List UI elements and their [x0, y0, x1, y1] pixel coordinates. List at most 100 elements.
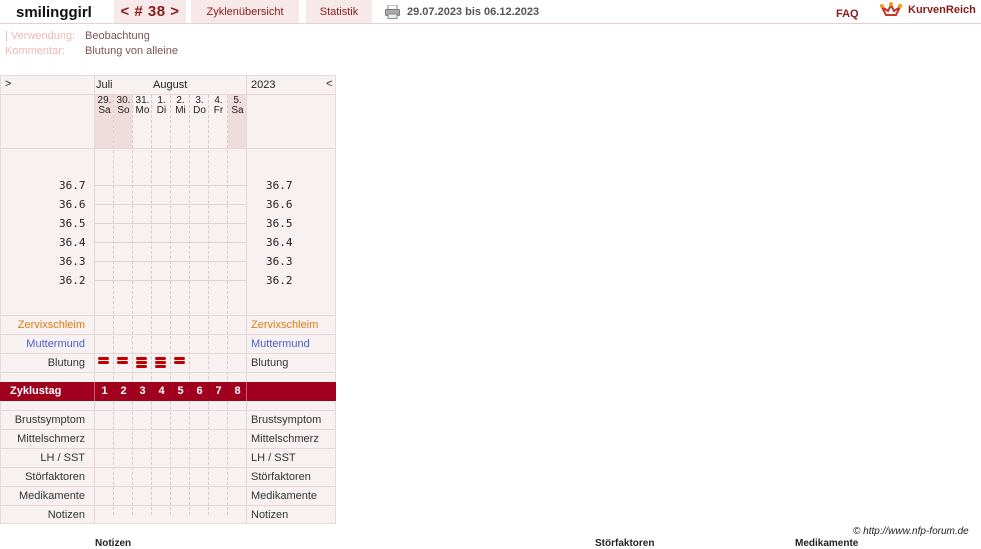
day-header[interactable]: 31. Mo — [133, 96, 152, 116]
row-divider — [0, 429, 336, 430]
temp-label-right: 36.5 — [266, 217, 293, 230]
row-divider — [0, 467, 336, 468]
cycle-day[interactable]: 7 — [209, 382, 228, 401]
bleeding-mark — [98, 361, 109, 364]
row-label-medication: Medikamente — [251, 490, 318, 502]
faq-link[interactable]: FAQ — [836, 8, 859, 20]
weekday: Fr — [213, 105, 224, 116]
weekday: Mi — [175, 105, 186, 116]
temp-label-right: 36.6 — [266, 198, 293, 211]
day-divider — [170, 95, 171, 515]
usage-label: | Verwendung: — [5, 30, 76, 42]
temp-gridline — [94, 185, 247, 186]
row-divider — [0, 148, 336, 149]
printer-icon[interactable] — [385, 5, 400, 19]
column-divider — [246, 75, 247, 524]
temp-label-left: 36.3 — [59, 255, 86, 268]
day-header[interactable]: 1. Di — [152, 96, 171, 116]
cycle-day[interactable]: 6 — [190, 382, 209, 401]
temp-gridline — [94, 223, 247, 224]
row-divider — [0, 334, 336, 335]
cycle-day-label: Zyklustag — [10, 385, 62, 397]
cycle-day[interactable]: 5 — [171, 382, 190, 401]
row-divider — [0, 353, 336, 354]
month-label: Juli — [96, 79, 113, 91]
row-label-cervical-mucus: Zervixschleim — [17, 319, 85, 331]
row-label-bleeding: Blutung — [47, 357, 85, 369]
weekday: So — [117, 105, 130, 116]
bleeding-mark — [136, 365, 147, 368]
copyright[interactable]: © http://www.nfp-forum.de — [853, 526, 969, 537]
row-divider — [0, 372, 336, 373]
month-label: August — [153, 79, 188, 91]
day-header[interactable]: 2. Mi — [171, 96, 190, 116]
row-label-notes: Notizen — [251, 509, 289, 521]
row-divider — [0, 505, 336, 506]
crown-logo-icon[interactable] — [880, 1, 902, 19]
row-divider — [0, 486, 336, 487]
tab-statistics[interactable]: Statistik — [306, 0, 372, 23]
day-header[interactable]: 30. So — [114, 96, 133, 116]
cycle-day[interactable]: 8 — [228, 382, 247, 401]
row-label-mittelschmerz: Mittelschmerz — [17, 433, 85, 445]
row-divider — [0, 94, 336, 95]
date-range: 29.07.2023 bis 06.12.2023 — [407, 6, 540, 18]
chart-next-arrow[interactable]: < — [326, 78, 332, 90]
bleeding-mark — [155, 357, 166, 360]
day-divider — [208, 95, 209, 515]
temp-gridline — [94, 204, 247, 205]
column-divider — [94, 75, 95, 524]
bleeding-mark — [174, 357, 185, 360]
chart-prev-arrow[interactable]: > — [5, 78, 11, 90]
usage-value: Beobachtung — [85, 30, 150, 42]
weekday: Sa — [231, 105, 244, 116]
row-divider — [0, 410, 336, 411]
username: smilinggirl — [16, 4, 92, 21]
bleeding-mark — [174, 361, 185, 364]
year-label: 2023 — [251, 79, 276, 91]
day-divider — [227, 95, 228, 515]
row-divider — [0, 448, 336, 449]
temp-label-right: 36.2 — [266, 274, 293, 287]
row-label-cervix: Muttermund — [26, 338, 85, 350]
day-divider — [113, 95, 114, 515]
row-label-mittelschmerz: Mittelschmerz — [251, 433, 319, 445]
day-header[interactable]: 5. Sa — [228, 96, 247, 116]
row-label-notes: Notizen — [47, 509, 85, 521]
usage-row: | Verwendung: Beobachtung — [5, 30, 150, 42]
day-divider — [151, 95, 152, 515]
temp-gridline — [94, 280, 247, 281]
bleeding-mark — [155, 365, 166, 368]
bleeding-mark — [136, 361, 147, 364]
row-label-disturbances: Störfaktoren — [251, 471, 311, 483]
bleeding-mark — [117, 361, 128, 364]
bleeding-mark — [136, 357, 147, 360]
row-label-medication: Medikamente — [18, 490, 85, 502]
bleeding-mark — [155, 361, 166, 364]
cycle-day[interactable]: 3 — [133, 382, 152, 401]
cycle-day[interactable]: 1 — [95, 382, 114, 401]
temp-label-left: 36.6 — [59, 198, 86, 211]
row-label-lh-test: LH / SST — [251, 452, 296, 464]
temp-gridline — [94, 242, 247, 243]
row-label-cervix: Muttermund — [251, 338, 310, 350]
temp-label-left: 36.2 — [59, 274, 86, 287]
comment-row: Kommentar: Blutung von alleine — [5, 45, 178, 57]
cycle-navigation[interactable]: < # 38 > — [114, 0, 186, 23]
temp-label-right: 36.3 — [266, 255, 293, 268]
bleeding-mark — [98, 357, 109, 360]
temp-label-right: 36.7 — [266, 179, 293, 192]
cycle-day[interactable]: 4 — [152, 382, 171, 401]
comment-label: Kommentar: — [5, 45, 65, 57]
temp-label-left: 36.5 — [59, 217, 86, 230]
tab-cycle-overview[interactable]: Zyklenübersicht — [191, 0, 299, 23]
row-label-bleeding: Blutung — [251, 357, 289, 369]
temp-label-left: 36.7 — [59, 179, 86, 192]
cycle-day[interactable]: 2 — [114, 382, 133, 401]
brand-name[interactable]: KurvenReich — [908, 4, 976, 16]
day-header[interactable]: 3. Do — [190, 96, 209, 116]
day-header[interactable]: 29. Sa — [95, 96, 114, 116]
day-header[interactable]: 4. Fr — [209, 96, 228, 116]
temp-gridline — [94, 261, 247, 262]
row-label-breast-symptom: Brustsymptom — [14, 414, 85, 426]
